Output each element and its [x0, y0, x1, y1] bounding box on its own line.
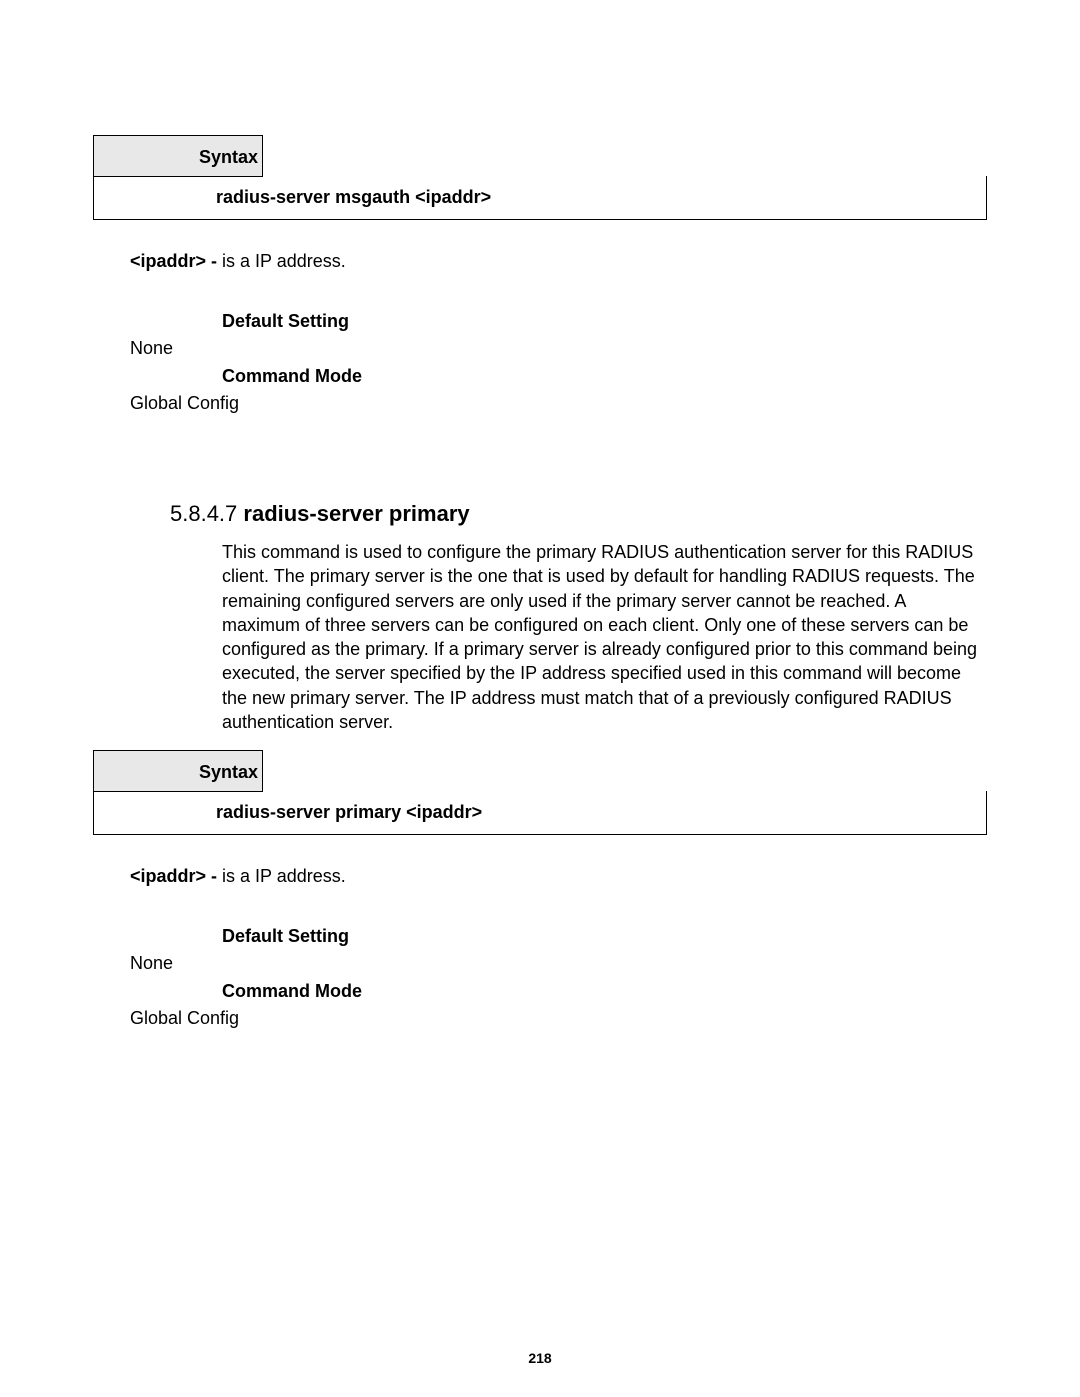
syntax-header-1: Syntax [93, 135, 263, 177]
command-mode-value-1: Global Config [130, 392, 239, 415]
command-mode-value-2: Global Config [130, 1007, 239, 1030]
default-setting-value-2: None [130, 952, 173, 975]
param-desc-1: <ipaddr> - is a IP address. [130, 250, 980, 273]
section-body: This command is used to configure the pr… [222, 540, 980, 734]
command-mode-label-2: Command Mode [222, 980, 362, 1003]
default-setting-value-1: None [130, 337, 173, 360]
syntax-header-2: Syntax [93, 750, 263, 792]
syntax-command-1: radius-server msgauth <ipaddr> [93, 176, 987, 220]
syntax-box-1: Syntax radius-server msgauth <ipaddr> [93, 135, 987, 220]
param-desc-2: <ipaddr> - is a IP address. [130, 865, 980, 888]
param-name-1: <ipaddr> - [130, 251, 222, 271]
syntax-box-2: Syntax radius-server primary <ipaddr> [93, 750, 987, 835]
section-heading: 5.8.4.7 radius-server primary [170, 500, 470, 529]
param-text-2: is a IP address. [222, 866, 346, 886]
default-setting-label-1: Default Setting [222, 310, 349, 333]
param-name-2: <ipaddr> - [130, 866, 222, 886]
default-setting-label-2: Default Setting [222, 925, 349, 948]
section-number: 5.8.4.7 [170, 501, 237, 526]
command-mode-label-1: Command Mode [222, 365, 362, 388]
page-number: 218 [0, 1349, 1080, 1367]
section-title: radius-server primary [237, 501, 469, 526]
syntax-command-2: radius-server primary <ipaddr> [93, 791, 987, 835]
param-text-1: is a IP address. [222, 251, 346, 271]
